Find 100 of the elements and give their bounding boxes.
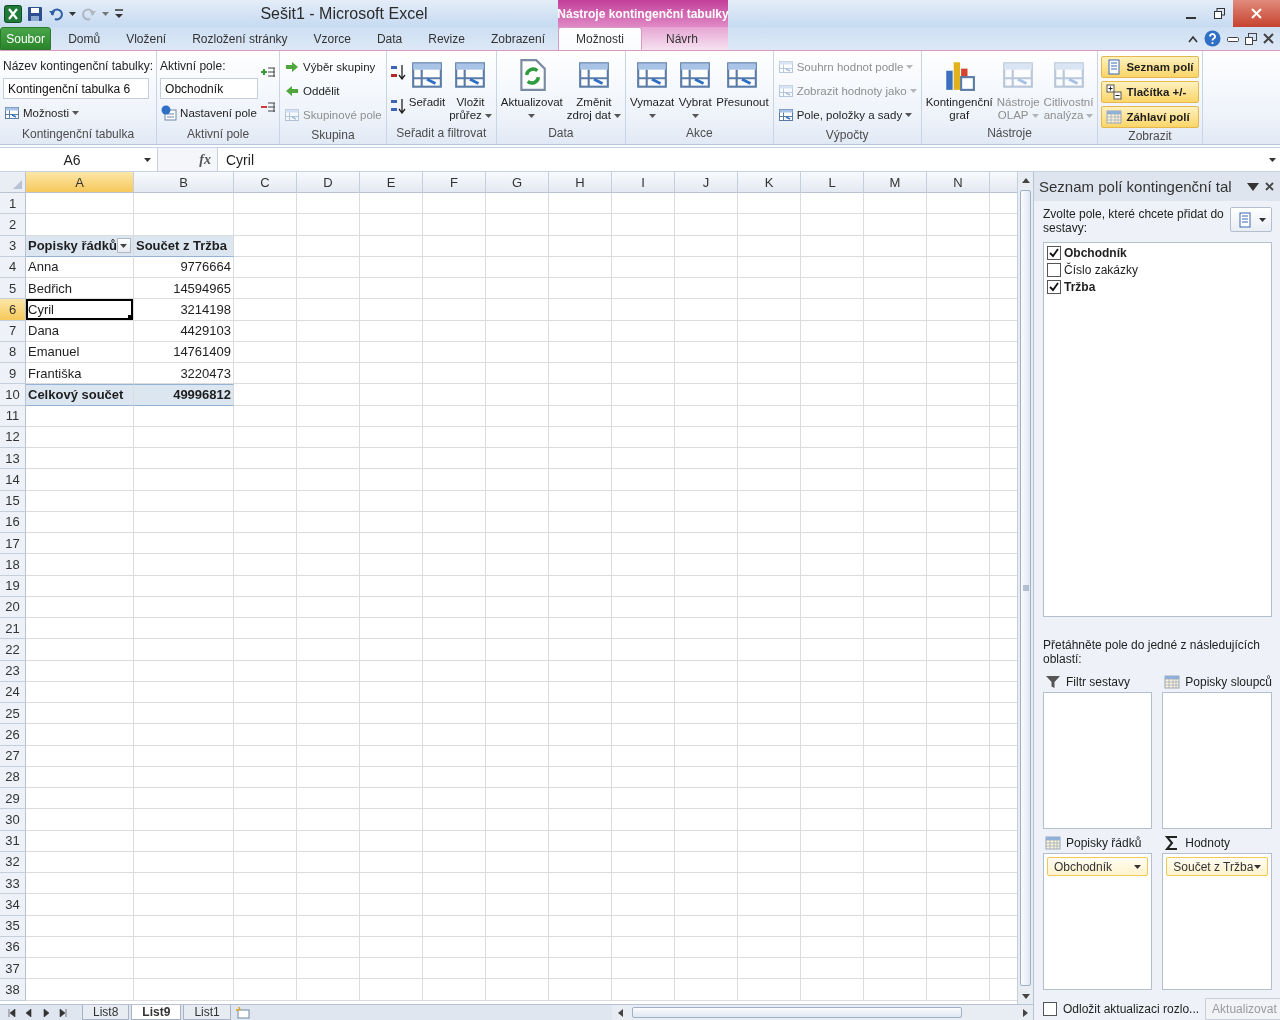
text-field[interactable]: Kontingenční tabulka 6: [3, 78, 149, 99]
row-header[interactable]: 9: [0, 363, 26, 385]
sheet-tab[interactable]: List9: [131, 1005, 182, 1020]
filter-dropdown-button[interactable]: [116, 238, 131, 254]
drop-area[interactable]: Součet z Tržba: [1162, 853, 1272, 990]
checkbox[interactable]: [1043, 1002, 1057, 1016]
sheet-tab[interactable]: List8: [82, 1005, 130, 1020]
row-header[interactable]: 28: [0, 766, 26, 788]
row-header[interactable]: 5: [0, 278, 26, 300]
row-header[interactable]: 29: [0, 788, 26, 810]
ribbon-tab[interactable]: Vložení: [113, 27, 180, 50]
row-header[interactable]: 2: [0, 214, 26, 236]
save-icon[interactable]: [27, 5, 43, 22]
ribbon-button[interactable]: Možnosti: [3, 102, 154, 123]
column-header[interactable]: K: [738, 172, 801, 193]
row-header[interactable]: 10: [0, 384, 26, 406]
field-name[interactable]: Tržba: [1064, 280, 1096, 294]
column-header[interactable]: C: [234, 172, 297, 193]
row-header[interactable]: 12: [0, 426, 26, 448]
row-header[interactable]: 35: [0, 915, 26, 937]
close-button[interactable]: [1233, 0, 1280, 27]
help-icon[interactable]: [1204, 30, 1221, 47]
column-header[interactable]: D: [297, 172, 360, 193]
checkbox[interactable]: [1047, 246, 1061, 260]
column-header[interactable]: L: [801, 172, 864, 193]
restore-icon[interactable]: [1245, 32, 1257, 45]
column-header[interactable]: A: [26, 172, 134, 193]
toggle-button[interactable]: Záhlaví polí: [1101, 106, 1199, 128]
ribbon-button[interactable]: Výběr skupiny: [283, 56, 383, 77]
ribbon-button[interactable]: Pole, položky a sady: [776, 104, 918, 125]
undo-icon[interactable]: [48, 5, 64, 22]
field-chip[interactable]: Součet z Tržba: [1166, 857, 1268, 876]
field-name[interactable]: Obchodník: [1064, 246, 1127, 260]
row-header[interactable]: 15: [0, 490, 26, 512]
row-header[interactable]: 23: [0, 660, 26, 682]
horizontal-scrollbar-thumb[interactable]: [632, 1007, 962, 1018]
checkbox[interactable]: [1047, 263, 1061, 277]
row-header[interactable]: 1: [0, 193, 26, 215]
row-header[interactable]: 22: [0, 639, 26, 661]
row-header[interactable]: 24: [0, 681, 26, 703]
ribbon-button[interactable]: Přesunout: [715, 56, 770, 109]
ribbon-tab[interactable]: Návrh: [642, 27, 722, 50]
close-icon[interactable]: [1265, 182, 1274, 191]
row-header[interactable]: 25: [0, 703, 26, 725]
row-header[interactable]: 32: [0, 851, 26, 873]
row-header[interactable]: 18: [0, 554, 26, 576]
row-header[interactable]: 20: [0, 596, 26, 618]
row-header[interactable]: 33: [0, 873, 26, 895]
ribbon-button[interactable]: Nastavení pole: [160, 102, 259, 123]
column-header[interactable]: N: [927, 172, 990, 193]
row-header[interactable]: 26: [0, 724, 26, 746]
ribbon-button[interactable]: Vymazat: [628, 56, 676, 122]
row-header[interactable]: 38: [0, 979, 26, 1001]
column-header[interactable]: I: [612, 172, 675, 193]
sheet-tab[interactable]: List1: [183, 1005, 231, 1020]
toggle-button[interactable]: Seznam polí: [1101, 56, 1199, 78]
column-header[interactable]: G: [486, 172, 549, 193]
row-header[interactable]: 36: [0, 936, 26, 958]
close-icon[interactable]: [1263, 33, 1274, 44]
ribbon-tab[interactable]: Zobrazení: [477, 27, 558, 50]
formula-field[interactable]: Cyril: [218, 148, 1264, 171]
row-header[interactable]: 6: [0, 299, 26, 321]
collapse-ribbon-icon[interactable]: [1188, 34, 1198, 43]
row-header[interactable]: 31: [0, 830, 26, 852]
row-header[interactable]: 27: [0, 745, 26, 767]
row-header[interactable]: 37: [0, 958, 26, 980]
scrollbar-thumb[interactable]: [1020, 190, 1031, 986]
text-field[interactable]: Obchodník: [160, 78, 259, 99]
column-header[interactable]: J: [675, 172, 738, 193]
column-header[interactable]: H: [549, 172, 612, 193]
column-header[interactable]: M: [864, 172, 927, 193]
file-tab[interactable]: Soubor: [0, 27, 52, 50]
ribbon-tab[interactable]: Rozložení stránky: [179, 27, 301, 50]
ribbon-tab[interactable]: Možnosti: [558, 27, 642, 50]
row-header[interactable]: 11: [0, 405, 26, 427]
row-header[interactable]: 8: [0, 341, 26, 363]
toggle-button[interactable]: Tlačítka +/-: [1101, 81, 1199, 103]
field-name[interactable]: Číslo zakázky: [1064, 263, 1139, 277]
drop-area[interactable]: Obchodník: [1043, 853, 1153, 990]
ribbon-button[interactable]: Změnit zdroj dat: [565, 56, 622, 122]
row-header[interactable]: 19: [0, 575, 26, 597]
pane-menu-icon[interactable]: [1247, 182, 1259, 191]
ribbon-tab[interactable]: Data: [363, 27, 416, 50]
ribbon-tab[interactable]: Vzorce: [300, 27, 364, 50]
row-header[interactable]: 16: [0, 511, 26, 533]
row-header[interactable]: 4: [0, 256, 26, 278]
row-header[interactable]: 30: [0, 809, 26, 831]
row-header[interactable]: 7: [0, 320, 26, 342]
ribbon-button[interactable]: Kontingenční graf: [924, 56, 994, 122]
ribbon-button[interactable]: Seřadit: [407, 56, 447, 109]
ribbon-button[interactable]: Oddělit: [283, 80, 383, 101]
ribbon-button[interactable]: Vložit průřez: [448, 56, 493, 122]
ribbon-tab[interactable]: Domů: [55, 27, 114, 50]
ribbon-tab[interactable]: Revize: [415, 27, 478, 50]
row-header[interactable]: 34: [0, 894, 26, 916]
ribbon-button[interactable]: Aktualizovat: [499, 56, 564, 122]
row-header[interactable]: 13: [0, 448, 26, 470]
field-chip[interactable]: Obchodník: [1047, 857, 1149, 876]
row-header[interactable]: 21: [0, 618, 26, 640]
row-header[interactable]: 3: [0, 235, 26, 257]
